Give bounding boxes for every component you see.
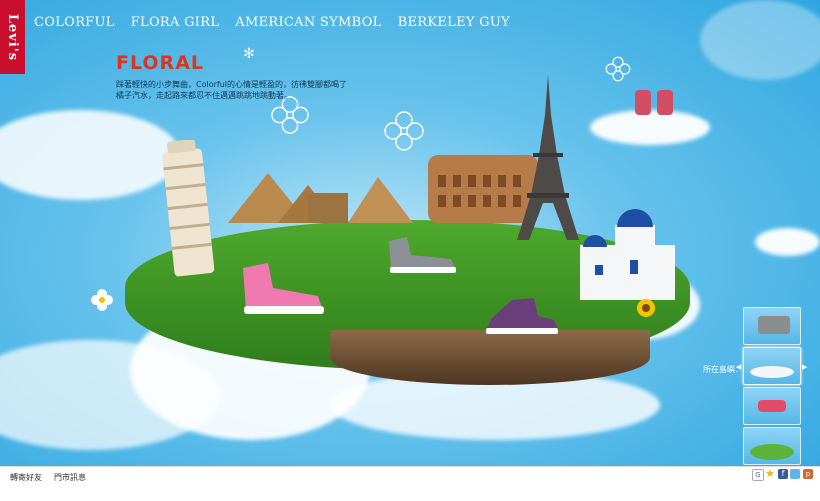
left-arrow-icon[interactable]: ◀: [736, 363, 741, 371]
nav-berkeley-guy[interactable]: BERKELEY GUY: [398, 15, 510, 30]
nav-colorful[interactable]: COLORFUL: [34, 15, 115, 30]
facebook-icon[interactable]: f: [778, 469, 788, 479]
island-soil: [330, 330, 650, 385]
pisa-tower: [162, 140, 215, 277]
sunflower: [637, 299, 655, 317]
sphinx: [308, 193, 348, 223]
island-thumbnails: [743, 307, 801, 466]
island-thumb-3[interactable]: [743, 387, 801, 425]
star-icon[interactable]: ★: [765, 468, 775, 479]
island-thumb-4[interactable]: [743, 427, 801, 465]
google-icon[interactable]: G: [752, 469, 764, 481]
plurk-icon[interactable]: p: [803, 469, 813, 479]
santorini-building: [580, 209, 675, 300]
island-thumb-1[interactable]: [743, 307, 801, 345]
outline-flower: [605, 56, 631, 82]
pyramid: [348, 177, 413, 223]
nav-flora-girl[interactable]: FLORA GIRL: [131, 15, 220, 30]
footer-link-forward[interactable]: 轉寄好友: [10, 472, 42, 483]
right-arrow-icon[interactable]: ▶: [802, 363, 807, 371]
scene-stage: ✻ Levi's COLORFUL FLORA GIRL AMERICAN SY…: [0, 0, 820, 466]
outline-flower: [384, 111, 424, 151]
pink-sneaker[interactable]: [238, 258, 328, 318]
asterisk-icon: ✻: [243, 46, 255, 62]
main-nav: COLORFUL FLORA GIRL AMERICAN SYMBOL BERK…: [34, 15, 510, 30]
white-flower: [91, 289, 113, 311]
footer: 轉寄好友 門市訊息 G ★ f p: [0, 466, 820, 501]
footer-link-stores[interactable]: 門市訊息: [54, 472, 86, 483]
outline-flower: [271, 96, 309, 134]
logo-text: Levi's: [5, 13, 21, 61]
description-line: 橘子汽水，走起路來都忍不住邁邁跳跳地跳動著。: [116, 91, 292, 100]
description-line: 踩著輕快的小步舞曲，Colorful的心情是輕盈的，彷彿雙腳都喝了: [116, 80, 347, 89]
section-title: FLORAL: [116, 52, 205, 74]
nav-american-symbol[interactable]: AMERICAN SYMBOL: [235, 15, 381, 30]
twitter-icon[interactable]: [790, 469, 800, 479]
gray-sneaker[interactable]: [385, 235, 460, 275]
cloud: [0, 110, 180, 200]
floating-cloud-shoes[interactable]: [630, 80, 680, 120]
cloud: [700, 0, 820, 80]
cloud: [755, 228, 820, 256]
island-thumb-2[interactable]: [743, 347, 801, 385]
section-description: 踩著輕快的小步舞曲，Colorful的心情是輕盈的，彷彿雙腳都喝了 橘子汽水，走…: [116, 79, 391, 101]
levis-logo[interactable]: Levi's: [0, 0, 25, 74]
eiffel-tower: [517, 75, 579, 240]
purple-sneaker[interactable]: [482, 296, 562, 336]
